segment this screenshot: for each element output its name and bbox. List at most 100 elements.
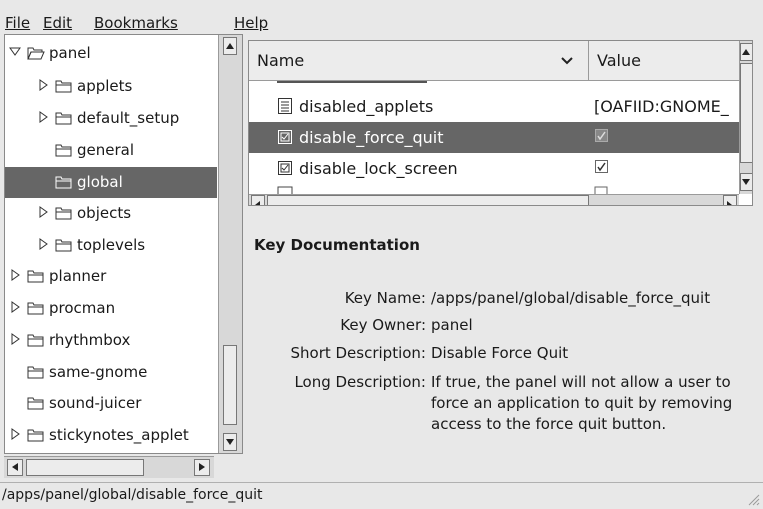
expander-toggle[interactable]: [37, 110, 49, 124]
arrow-up-icon: [742, 49, 750, 55]
tree-item-procman[interactable]: procman: [5, 293, 217, 324]
triangle-right-icon: [11, 333, 20, 345]
tree-item-label: panel: [49, 44, 91, 62]
tree-item-general[interactable]: general: [5, 135, 217, 166]
folder-icon: [27, 332, 45, 347]
tree-item-planner[interactable]: planner: [5, 261, 217, 292]
folder-icon: [55, 174, 73, 189]
triangle-right-icon: [39, 206, 48, 218]
scroll-down-button[interactable]: [223, 433, 237, 451]
list-vertical-scrollbar[interactable]: [739, 41, 752, 194]
triangle-right-icon: [39, 79, 48, 91]
key-name: disabled_applets: [299, 97, 434, 116]
value-checkbox[interactable]: [594, 128, 739, 149]
tree-item-label: stickynotes_applet: [49, 426, 189, 444]
tree-item-objects[interactable]: objects: [5, 198, 217, 229]
column-header-value[interactable]: Value: [589, 41, 739, 81]
list-scroll-thumb[interactable]: [740, 63, 752, 163]
tree-horizontal-scrollbar[interactable]: [4, 456, 214, 478]
tree-item-label: same-gnome: [49, 363, 148, 381]
list-key-icon: [277, 97, 293, 115]
key-value: [OAFIID:GNOME_: [594, 97, 729, 116]
folder-icon: [27, 427, 45, 442]
tree-vertical-scrollbar[interactable]: [218, 35, 242, 453]
folder-icon: [27, 302, 44, 315]
triangle-right-icon: [11, 269, 20, 281]
folder-icon: [27, 429, 44, 442]
tree-item-label: procman: [49, 299, 116, 317]
folder-open-icon: [27, 45, 45, 60]
tree-item-panel[interactable]: panel: [5, 38, 217, 69]
expander-toggle[interactable]: [37, 205, 49, 219]
tree-item-applets[interactable]: applets: [5, 71, 217, 102]
scroll-left-button[interactable]: [7, 459, 23, 476]
column-header-name[interactable]: Name: [249, 41, 589, 81]
triangle-down-icon: [9, 47, 21, 56]
folder-icon: [55, 142, 73, 157]
menu-help[interactable]: Help: [234, 14, 268, 32]
resize-grip-icon[interactable]: [746, 492, 760, 506]
tree-item-label: rhythmbox: [49, 331, 131, 349]
expander-toggle[interactable]: [9, 45, 21, 59]
key-documentation-heading: Key Documentation: [254, 236, 420, 254]
key-name: disable_force_quit: [299, 128, 444, 147]
list-scroll-up-button[interactable]: [740, 43, 752, 61]
list-scroll-down-button[interactable]: [740, 173, 752, 191]
key-owner-label: Key Owner:: [340, 316, 426, 334]
arrow-right-icon: [727, 201, 732, 205]
folder-icon: [27, 364, 45, 379]
tree-item-sound-juicer[interactable]: sound-juicer: [5, 388, 217, 419]
scroll-right-button[interactable]: [194, 459, 210, 476]
folder-icon: [27, 270, 44, 283]
list-row-partial-bottom: [249, 184, 739, 194]
short-description-value: Disable Force Quit: [431, 344, 569, 362]
directory-tree: panel applets default_setup general global ob…: [4, 34, 243, 454]
list-scroll-right-button[interactable]: [723, 195, 737, 205]
arrow-left-icon: [255, 201, 260, 205]
checkbox-checked-icon: [595, 160, 608, 173]
key-row-disabled-applets[interactable]: disabled_applets [OAFIID:GNOME_: [249, 91, 739, 122]
scroll-up-button[interactable]: [223, 37, 237, 55]
tree-item-default-setup[interactable]: default_setup: [5, 103, 217, 134]
list-hscroll-thumb[interactable]: [267, 195, 589, 205]
tree-scroll-thumb[interactable]: [223, 345, 237, 425]
key-name: disable_lock_screen: [299, 159, 458, 178]
bool-key-icon: [277, 128, 293, 146]
arrow-right-icon: [199, 463, 205, 471]
folder-icon: [55, 176, 72, 189]
tree-item-rhythmbox[interactable]: rhythmbox: [5, 325, 217, 356]
expander-toggle[interactable]: [37, 78, 49, 92]
arrow-up-icon: [226, 43, 234, 49]
key-name-label: Key Name:: [344, 289, 426, 307]
key-name-value: /apps/panel/global/disable_force_quit: [431, 289, 711, 307]
tree-hscroll-thumb[interactable]: [26, 459, 144, 476]
folder-icon: [55, 207, 72, 220]
menu-edit[interactable]: Edit: [43, 14, 72, 32]
tree-item-stickynotes-applet[interactable]: stickynotes_applet: [5, 420, 217, 451]
menu-bookmarks[interactable]: Bookmarks: [94, 14, 178, 32]
expander-toggle[interactable]: [9, 427, 21, 441]
long-description-label: Long Description:: [294, 373, 426, 391]
menu-file[interactable]: File: [5, 14, 30, 32]
tree-item-label: planner: [49, 267, 107, 285]
list-horizontal-scrollbar[interactable]: [249, 194, 739, 205]
expander-toggle[interactable]: [37, 237, 49, 251]
tree-item-label: sound-juicer: [49, 394, 142, 412]
expander-toggle[interactable]: [9, 332, 21, 346]
expander-toggle[interactable]: [9, 268, 21, 282]
checkbox-checked-icon: [595, 129, 608, 142]
list-scroll-left-button[interactable]: [251, 195, 265, 205]
key-owner-value: panel: [431, 316, 473, 334]
folder-icon: [55, 78, 73, 93]
tree-item-same-gnome[interactable]: same-gnome: [5, 357, 217, 388]
key-row-disable-lock-screen[interactable]: disable_lock_screen: [249, 153, 739, 184]
arrow-down-icon: [226, 439, 234, 445]
key-row-disable-force-quit[interactable]: disable_force_quit: [249, 122, 739, 153]
tree-item-toplevels[interactable]: toplevels: [5, 230, 217, 261]
folder-open-icon: [27, 47, 45, 60]
expander-toggle[interactable]: [9, 300, 21, 314]
bool-key-icon: [277, 159, 293, 177]
folder-icon: [55, 237, 73, 252]
tree-item-global[interactable]: global: [5, 167, 217, 198]
value-checkbox[interactable]: [594, 159, 739, 180]
